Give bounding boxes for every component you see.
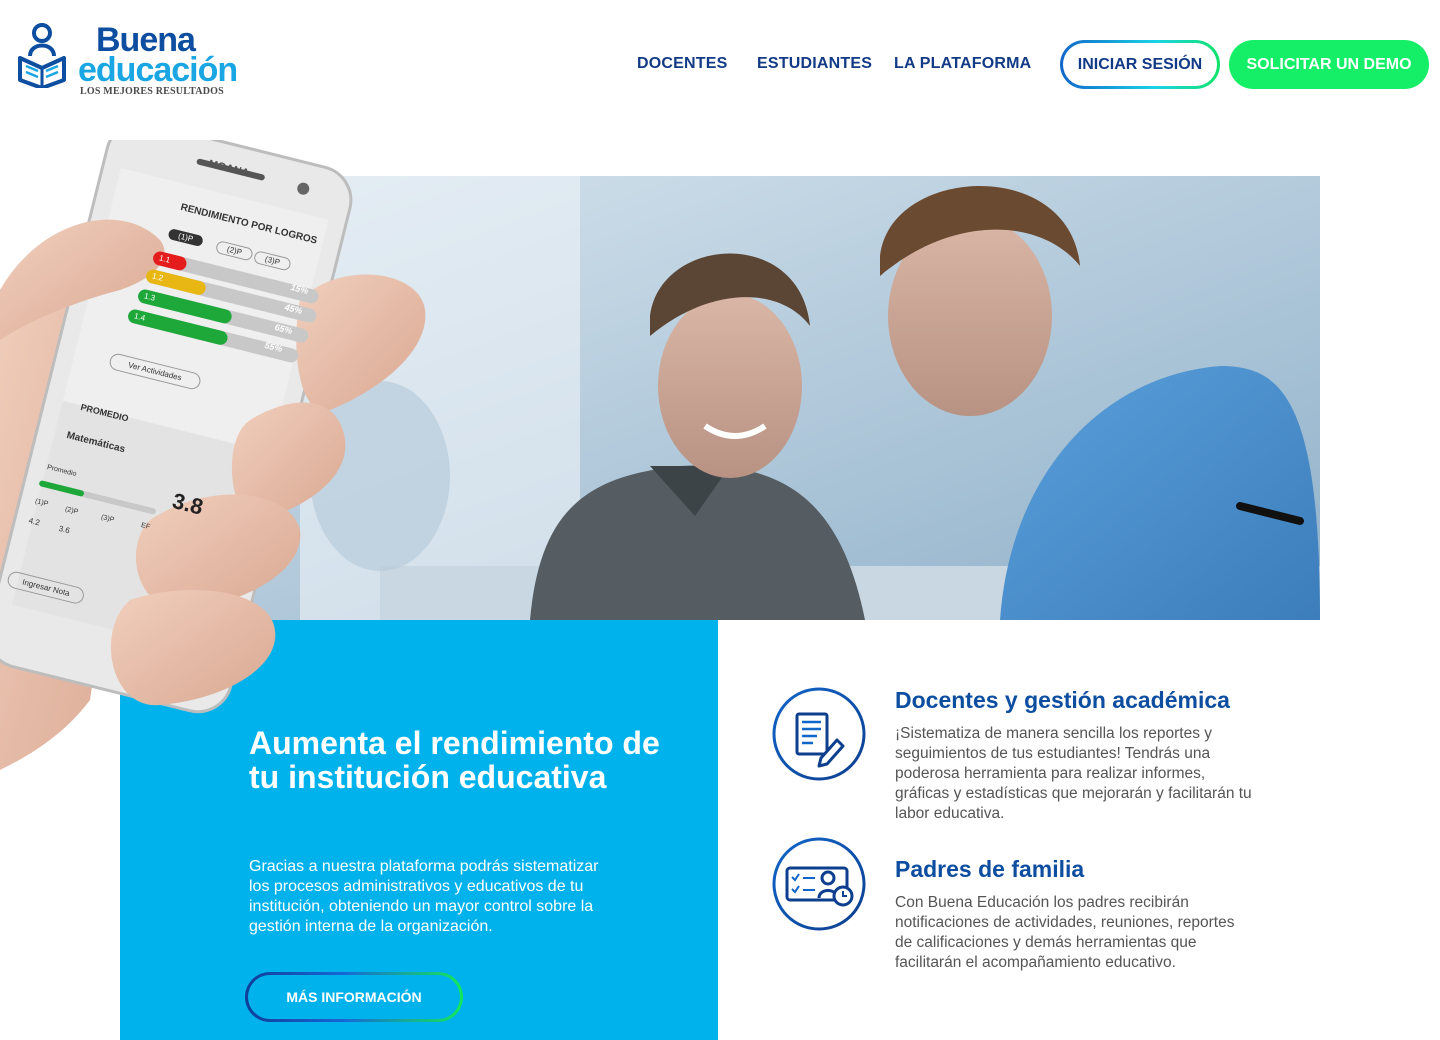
request-demo-button[interactable]: SOLICITAR UN DEMO [1229, 40, 1429, 89]
nav-docentes[interactable]: DOCENTES [637, 55, 728, 73]
phone-mockup: MOANA RENDIMIENTO POR LOGROS (1)P (2)P (… [0, 140, 440, 780]
brand-logo[interactable]: Buena educación LOS MEJORES RESULTADOS [18, 18, 268, 102]
feature-docentes-title: Docentes y gestión académica [895, 687, 1230, 713]
nav-estudiantes[interactable]: ESTUDIANTES [757, 55, 872, 73]
site-header: Buena educación LOS MEJORES RESULTADOS D… [0, 0, 1440, 130]
hero-title: Aumenta el rendimiento de tu institución… [249, 725, 660, 795]
more-info-button[interactable]: MÁS INFORMACIÓN [245, 972, 463, 1022]
login-button[interactable]: INICIAR SESIÓN [1060, 40, 1220, 89]
brand-name-line2: educación [78, 51, 238, 89]
feature-padres-text: Con Buena Educación los padres recibirán… [895, 894, 1235, 971]
hero-description: Gracias a nuestra plataforma podrás sist… [249, 858, 599, 935]
brand-tagline: LOS MEJORES RESULTADOS [80, 86, 224, 97]
reading-person-logo-icon [18, 23, 66, 88]
checklist-parent-clock-icon [772, 837, 866, 931]
feature-docentes-text: ¡Sistematiza de manera sencilla los repo… [895, 725, 1252, 822]
document-pencil-icon [772, 687, 866, 781]
feature-padres-title: Padres de familia [895, 856, 1085, 882]
nav-la-plataforma[interactable]: LA PLATAFORMA [894, 55, 1031, 73]
hand-holding-phone-illustration [0, 140, 426, 771]
